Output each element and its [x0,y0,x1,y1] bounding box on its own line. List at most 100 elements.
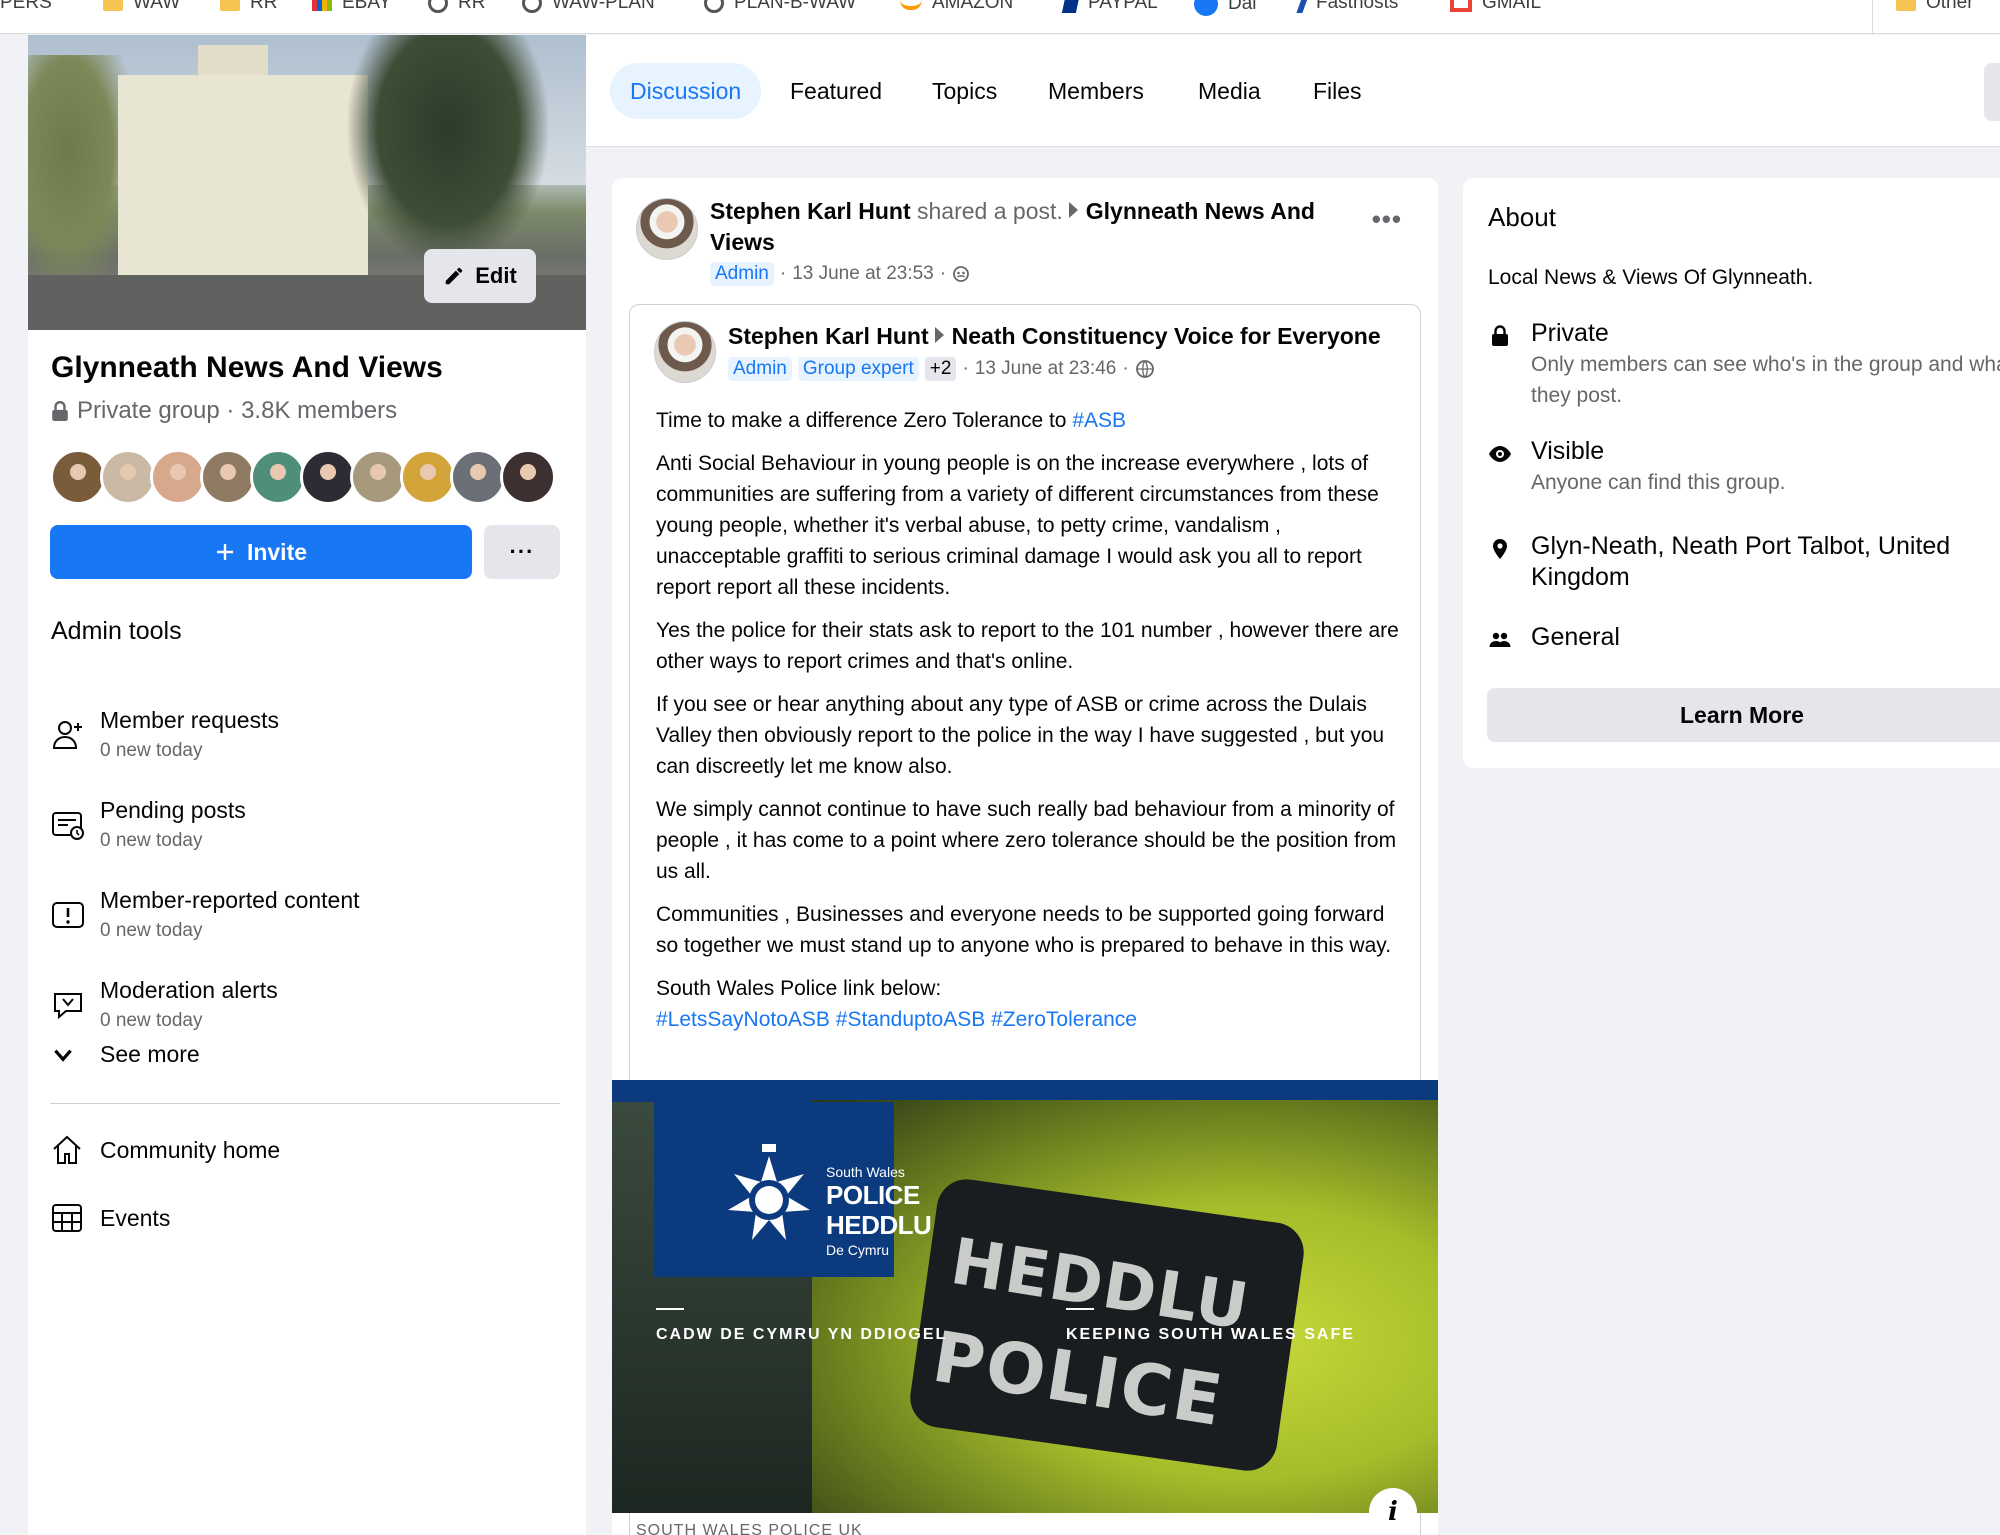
admin-tool-reported-content[interactable]: Member-reported content 0 new today [50,887,360,942]
post-paragraph: Communities , Businesses and everyone ne… [656,903,1392,957]
member-avatar[interactable] [150,449,206,505]
sidebar-divider [50,1103,560,1104]
chevron-down-icon [54,1049,72,1062]
member-avatar[interactable] [350,449,406,505]
tab-featured[interactable]: Featured [770,63,902,119]
bookmark-rr-2[interactable]: RR [428,0,485,14]
about-location: Glyn-Neath, Neath Port Talbot, United Ki… [1488,531,1988,593]
member-requests-icon [52,721,82,749]
tab-topics[interactable]: Topics [912,63,1017,119]
about-category: General [1488,622,2000,653]
member-avatar[interactable] [500,449,556,505]
globe-icon [704,0,724,13]
bookmark-amazon[interactable]: AMAZON [900,0,1013,14]
eye-icon [1489,446,1511,462]
admin-badge[interactable]: Admin [710,262,774,286]
admin-tool-moderation-alerts[interactable]: Moderation alerts 0 new today [50,977,278,1032]
group-more-button[interactable]: ··· [484,525,560,579]
bookmark-fasthosts[interactable]: Fasthosts [1296,0,1398,14]
post-header: Stephen Karl Hunt shared a post. Glynneat… [710,196,1330,258]
pending-posts-icon [52,812,84,840]
edit-cover-button[interactable]: Edit [424,249,536,303]
invite-button[interactable]: Invite [50,525,472,579]
bookmark-ebay[interactable]: EBAY [312,0,391,14]
shared-group-link[interactable]: Neath Constituency Voice for Everyone [952,323,1381,349]
fasthosts-icon [1296,0,1310,13]
about-visibility: Visible Anyone can find this group. [1488,436,2000,498]
nav-events[interactable]: Events [50,1201,170,1235]
shared-author[interactable]: Stephen Karl Hunt [728,323,929,349]
post-paragraph: South Wales Police link below: #LetsSayN… [656,977,1137,1031]
learn-more-button[interactable]: Learn More [1487,688,2000,742]
group-tab-bar: Discussion Featured Topics Members Media… [586,35,2000,147]
bookmark-dai[interactable]: Dai [1194,0,1257,16]
tab-bar-action-button[interactable] [1984,63,2000,121]
post-timestamp[interactable]: 13 June at 23:53 [792,263,934,285]
member-avatar[interactable] [100,449,156,505]
post-paragraph: Yes the police for their stats ask to re… [656,619,1399,673]
folder-icon [1896,0,1916,11]
post-options-button[interactable]: ••• [1372,204,1402,235]
see-more-button[interactable]: See more [50,1041,200,1068]
bookmark-plan-b-waw[interactable]: PLAN-B-WAW [704,0,856,14]
link-source-caption[interactable]: SOUTH WALES POLICE UK [636,1522,863,1535]
group-name[interactable]: Glynneath News And Views [51,351,443,385]
post-paragraph: Anti Social Behaviour in young people is… [656,452,1379,599]
post-author[interactable]: Stephen Karl Hunt [710,198,911,224]
post-action: shared a post. [917,198,1063,224]
bookmark-waw-plan[interactable]: WAW-PLAN [522,0,655,14]
member-avatar[interactable] [200,449,256,505]
shared-timestamp[interactable]: 13 June at 23:46 [975,358,1117,380]
nav-community-home[interactable]: Community home [50,1133,280,1167]
shared-post-header: Stephen Karl Hunt Neath Constituency Voic… [728,321,1381,352]
image-tagline-left: CADW DE CYMRU YN DDIOGEL [656,1326,948,1343]
admin-badge[interactable]: Admin [728,357,792,381]
hashtag-asb[interactable]: #ASB [1072,409,1126,432]
bookmark-paypal[interactable]: PAYPAL [1061,0,1158,14]
member-avatar[interactable] [450,449,506,505]
bookmark-gmail[interactable]: GMAIL [1450,0,1541,14]
tab-media[interactable]: Media [1178,63,1281,119]
hashtag-zerotolerance[interactable]: #ZeroTolerance [991,1008,1137,1031]
ebay-icon [312,0,332,11]
lock-icon [52,401,68,421]
moderation-alerts-icon [54,993,82,1020]
people-icon [1489,632,1511,647]
member-avatar[interactable] [300,449,356,505]
admin-tool-member-requests[interactable]: Member requests 0 new today [50,707,279,762]
globe-icon [522,0,542,13]
police-logo: South Wales POLICE HEDDLU De Cymru [654,1102,932,1277]
bookmark-waw[interactable]: WAW [103,0,180,14]
tab-members[interactable]: Members [1028,63,1164,119]
avatar[interactable] [654,321,716,383]
plus-icon [216,544,233,560]
member-avatar[interactable] [400,449,456,505]
post-paragraph: Time to make a difference Zero Tolerance… [656,409,1127,432]
hashtag-standuptoasb[interactable]: #StanduptoASB [836,1008,985,1031]
bookmark-rr[interactable]: RR [220,0,277,14]
tab-files[interactable]: Files [1293,63,1382,119]
more-badges[interactable]: +2 [924,357,957,381]
bookmark-other[interactable]: Other [1896,0,1974,14]
globe-icon [428,0,448,13]
member-avatar[interactable] [50,449,106,505]
bookmark-pers[interactable]: PERS [0,0,52,14]
pencil-icon [445,267,463,285]
member-avatar[interactable] [250,449,306,505]
about-heading: About [1488,202,1556,232]
tab-discussion[interactable]: Discussion [610,63,762,119]
globe-icon [1135,360,1154,378]
hashtag-letssaynotoasb[interactable]: #LetsSayNotoASB [656,1008,830,1031]
link-preview-image[interactable]: HEDDLU POLICE South Wales POLICE HEDDLU … [612,1080,1438,1513]
group-expert-badge[interactable]: Group expert [797,357,919,381]
reported-content-icon [52,902,84,928]
avatar[interactable] [636,198,698,260]
bookmarks-bar: PERS WAW RR EBAY RR WAW-PLAN PLAN-B-WAW … [0,0,2000,34]
member-avatars [50,449,556,505]
post-paragraph: If you see or hear anything about any ty… [656,693,1385,778]
facebook-icon [1194,0,1218,16]
admin-tool-pending-posts[interactable]: Pending posts 0 new today [50,797,246,852]
info-icon[interactable]: i [1369,1488,1417,1535]
paypal-icon [1061,0,1081,13]
image-tagline-right: KEEPING SOUTH WALES SAFE [1066,1326,1355,1343]
